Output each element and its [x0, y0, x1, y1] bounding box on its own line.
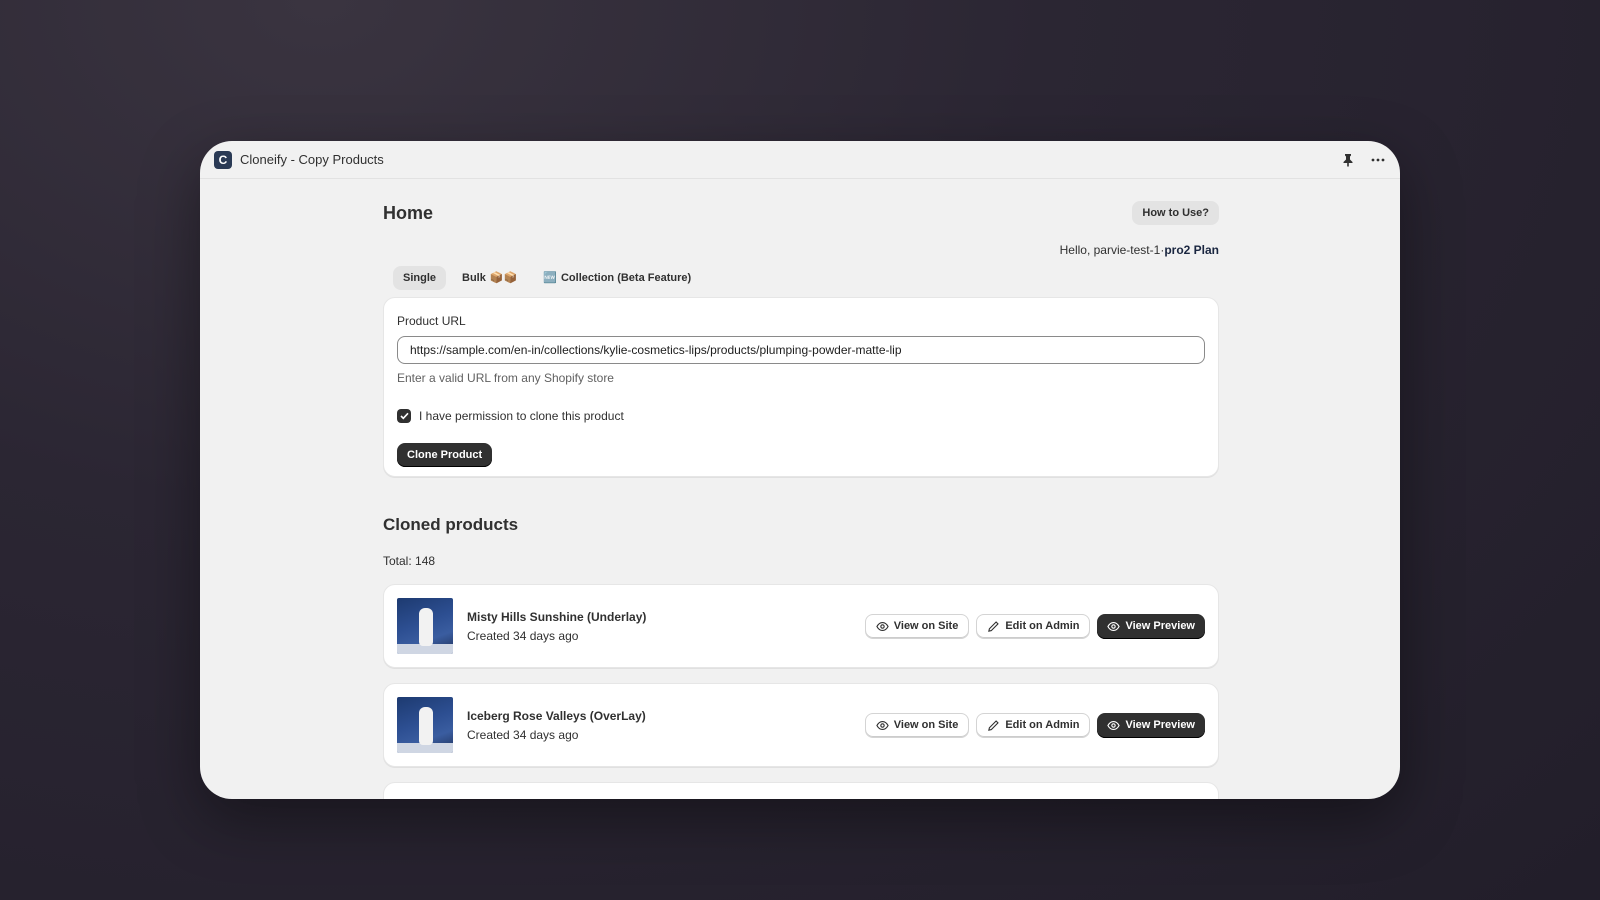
product-info: Iceberg Rose Valleys (OverLay) Created 3…: [467, 709, 646, 742]
product-created: Created 34 days ago: [467, 727, 579, 742]
cloned-products-title: Cloned products: [383, 515, 519, 534]
pencil-icon: [988, 719, 1000, 731]
tab-single[interactable]: Single: [393, 265, 447, 290]
clone-product-button[interactable]: Clone Product: [397, 443, 493, 467]
cloned-total: Total: 148: [383, 554, 436, 568]
view-on-site-button[interactable]: View on Site: [864, 613, 970, 639]
new-badge-icon: 🆕: [543, 272, 557, 284]
permission-label[interactable]: I have permission to clone this product: [419, 409, 624, 423]
tab-collection[interactable]: 🆕 Collection (Beta Feature): [533, 265, 701, 290]
pin-icon[interactable]: [1340, 152, 1356, 168]
eye-icon: [1107, 621, 1121, 631]
clone-form-card: Product URL Enter a valid URL from any S…: [383, 297, 1219, 477]
tabs: Single Bulk 📦📦 🆕 Collection (Beta Featur…: [383, 265, 1219, 290]
product-card: [383, 782, 1219, 799]
more-options-icon[interactable]: [1370, 152, 1386, 168]
product-url-label: Product URL: [397, 314, 466, 328]
eye-icon: [876, 621, 889, 631]
permission-checkbox[interactable]: [397, 409, 411, 423]
product-info: Misty Hills Sunshine (Underlay) Created …: [467, 610, 646, 643]
view-on-site-label: View on Site: [893, 620, 959, 632]
view-on-site-button[interactable]: View on Site: [864, 712, 970, 738]
titlebar-actions: [1340, 152, 1386, 168]
app-window: C Cloneify - Copy Products Home How to U…: [200, 141, 1400, 799]
edit-on-admin-button[interactable]: Edit on Admin: [976, 613, 1091, 639]
tab-bulk[interactable]: Bulk 📦📦: [452, 265, 527, 290]
product-card: Misty Hills Sunshine (Underlay) Created …: [383, 584, 1219, 668]
eye-icon: [876, 720, 889, 730]
product-url-help: Enter a valid URL from any Shopify store: [397, 371, 614, 385]
view-on-site-label: View on Site: [893, 719, 959, 731]
view-preview-label: View Preview: [1125, 620, 1195, 632]
edit-on-admin-button[interactable]: Edit on Admin: [976, 712, 1091, 738]
pencil-icon: [988, 620, 1000, 632]
edit-on-admin-label: Edit on Admin: [1005, 719, 1080, 731]
how-to-use-button[interactable]: How to Use?: [1132, 201, 1219, 225]
product-actions: View on Site Edit on Admin View Preview: [864, 613, 1205, 639]
product-name: Misty Hills Sunshine (Underlay): [467, 609, 647, 624]
product-card: Iceberg Rose Valleys (OverLay) Created 3…: [383, 683, 1219, 767]
tab-single-label: Single: [403, 271, 437, 284]
product-created: Created 34 days ago: [467, 628, 579, 643]
package-icon: 📦📦: [489, 272, 518, 284]
app-logo-letter: C: [218, 152, 228, 167]
eye-icon: [1107, 720, 1121, 730]
tab-bulk-label: Bulk: [462, 271, 486, 284]
view-preview-label: View Preview: [1125, 719, 1195, 731]
page-title: Home: [383, 202, 434, 223]
greeting: Hello, parvie-test-1·pro2 Plan: [383, 243, 1219, 257]
product-name: Iceberg Rose Valleys (OverLay): [467, 708, 646, 723]
greeting-text: Hello, parvie-test-1·: [1059, 243, 1165, 257]
product-url-input[interactable]: [397, 336, 1205, 364]
titlebar: C Cloneify - Copy Products: [200, 141, 1400, 179]
permission-row: I have permission to clone this product: [397, 409, 1205, 423]
view-preview-button[interactable]: View Preview: [1097, 712, 1205, 738]
main-content: Home How to Use? Hello, parvie-test-1·pr…: [383, 179, 1219, 799]
view-preview-button[interactable]: View Preview: [1097, 613, 1205, 639]
app-logo-icon: C: [214, 150, 232, 169]
product-actions: View on Site Edit on Admin View Preview: [864, 712, 1205, 738]
app-title: Cloneify - Copy Products: [240, 152, 384, 167]
product-thumbnail: [397, 697, 453, 753]
tab-collection-label: Collection (Beta Feature): [560, 271, 692, 284]
product-thumbnail: [397, 598, 453, 654]
page-header: Home How to Use?: [383, 199, 1219, 227]
plan-name[interactable]: pro2 Plan: [1164, 243, 1219, 257]
edit-on-admin-label: Edit on Admin: [1005, 620, 1080, 632]
